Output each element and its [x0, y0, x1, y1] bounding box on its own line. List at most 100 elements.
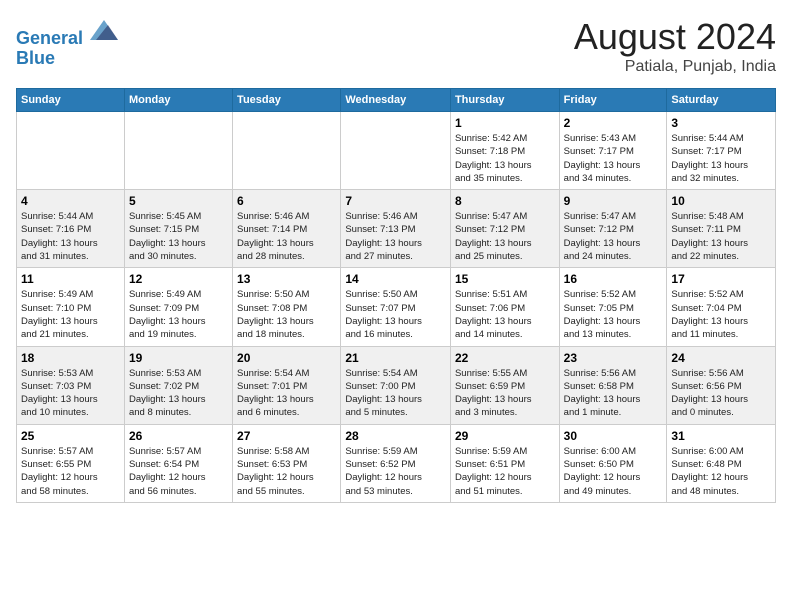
day-info: Sunrise: 5:52 AM Sunset: 7:05 PM Dayligh…: [564, 288, 663, 341]
calendar-cell: 31 Sunrise: 6:00 AM Sunset: 6:48 PM Dayli…: [667, 424, 776, 502]
day-info: Sunrise: 5:43 AM Sunset: 7:17 PM Dayligh…: [564, 132, 663, 185]
week-row-5: 25Sunrise: 5:57 AM Sunset: 6:55 PM Dayli…: [17, 424, 776, 502]
day-info: Sunrise: 5:49 AM Sunset: 7:10 PM Dayligh…: [21, 288, 120, 341]
day-number: 20: [237, 351, 336, 365]
header-friday: Friday: [559, 89, 667, 112]
day-number: 8: [455, 194, 555, 208]
day-info: Sunrise: 5:51 AM Sunset: 7:06 PM Dayligh…: [455, 288, 555, 341]
calendar-cell: [124, 112, 232, 190]
day-info: Sunrise: 5:52 AM Sunset: 7:04 PM Dayligh…: [671, 288, 771, 341]
day-info: Sunrise: 5:44 AM Sunset: 7:16 PM Dayligh…: [21, 210, 120, 263]
day-info: Sunrise: 5:59 AM Sunset: 6:52 PM Dayligh…: [345, 445, 446, 498]
day-info: Sunrise: 5:59 AM Sunset: 6:51 PM Dayligh…: [455, 445, 555, 498]
day-info: Sunrise: 5:56 AM Sunset: 6:56 PM Dayligh…: [671, 367, 771, 420]
day-number: 14: [345, 272, 446, 286]
day-number: 10: [671, 194, 771, 208]
day-info: Sunrise: 6:00 AM Sunset: 6:50 PM Dayligh…: [564, 445, 663, 498]
header-thursday: Thursday: [450, 89, 559, 112]
logo-text: General: [16, 16, 118, 49]
day-number: 4: [21, 194, 120, 208]
day-info: Sunrise: 5:54 AM Sunset: 7:00 PM Dayligh…: [345, 367, 446, 420]
day-number: 27: [237, 429, 336, 443]
day-info: Sunrise: 5:44 AM Sunset: 7:17 PM Dayligh…: [671, 132, 771, 185]
day-info: Sunrise: 5:58 AM Sunset: 6:53 PM Dayligh…: [237, 445, 336, 498]
day-info: Sunrise: 6:00 AM Sunset: 6:48 PM Dayligh…: [671, 445, 771, 498]
calendar-cell: 26Sunrise: 5:57 AM Sunset: 6:54 PM Dayli…: [124, 424, 232, 502]
day-info: Sunrise: 5:50 AM Sunset: 7:08 PM Dayligh…: [237, 288, 336, 341]
calendar-cell: 15 Sunrise: 5:51 AM Sunset: 7:06 PM Dayli…: [450, 268, 559, 346]
calendar-table: SundayMondayTuesdayWednesdayThursdayFrid…: [16, 88, 776, 503]
day-number: 6: [237, 194, 336, 208]
day-info: Sunrise: 5:53 AM Sunset: 7:02 PM Dayligh…: [129, 367, 228, 420]
calendar-cell: 17 Sunrise: 5:52 AM Sunset: 7:04 PM Dayli…: [667, 268, 776, 346]
calendar-cell: 10 Sunrise: 5:48 AM Sunset: 7:11 PM Dayli…: [667, 190, 776, 268]
day-info: Sunrise: 5:48 AM Sunset: 7:11 PM Dayligh…: [671, 210, 771, 263]
day-number: 1: [455, 116, 555, 130]
calendar-cell: 29 Sunrise: 5:59 AM Sunset: 6:51 PM Dayli…: [450, 424, 559, 502]
calendar-header-row: SundayMondayTuesdayWednesdayThursdayFrid…: [17, 89, 776, 112]
day-number: 22: [455, 351, 555, 365]
day-number: 18: [21, 351, 120, 365]
calendar-cell: 27 Sunrise: 5:58 AM Sunset: 6:53 PM Dayli…: [233, 424, 341, 502]
day-number: 7: [345, 194, 446, 208]
day-number: 31: [671, 429, 771, 443]
day-info: Sunrise: 5:57 AM Sunset: 6:55 PM Dayligh…: [21, 445, 120, 498]
day-info: Sunrise: 5:56 AM Sunset: 6:58 PM Dayligh…: [564, 367, 663, 420]
calendar-cell: 11Sunrise: 5:49 AM Sunset: 7:10 PM Dayli…: [17, 268, 125, 346]
calendar-cell: 2 Sunrise: 5:43 AM Sunset: 7:17 PM Daylig…: [559, 112, 667, 190]
day-number: 26: [129, 429, 228, 443]
day-number: 30: [564, 429, 663, 443]
day-info: Sunrise: 5:46 AM Sunset: 7:14 PM Dayligh…: [237, 210, 336, 263]
day-number: 21: [345, 351, 446, 365]
calendar-cell: 14 Sunrise: 5:50 AM Sunset: 7:07 PM Dayli…: [341, 268, 451, 346]
calendar-cell: 3 Sunrise: 5:44 AM Sunset: 7:17 PM Daylig…: [667, 112, 776, 190]
header-sunday: Sunday: [17, 89, 125, 112]
logo-line2: Blue: [16, 49, 118, 69]
calendar-cell: 25Sunrise: 5:57 AM Sunset: 6:55 PM Dayli…: [17, 424, 125, 502]
day-info: Sunrise: 5:53 AM Sunset: 7:03 PM Dayligh…: [21, 367, 120, 420]
day-info: Sunrise: 5:47 AM Sunset: 7:12 PM Dayligh…: [564, 210, 663, 263]
calendar-cell: [341, 112, 451, 190]
week-row-4: 18 Sunrise: 5:53 AM Sunset: 7:03 PM Dayli…: [17, 346, 776, 424]
calendar-cell: 7 Sunrise: 5:46 AM Sunset: 7:13 PM Daylig…: [341, 190, 451, 268]
calendar-cell: 22Sunrise: 5:55 AM Sunset: 6:59 PM Dayli…: [450, 346, 559, 424]
calendar-cell: 8 Sunrise: 5:47 AM Sunset: 7:12 PM Daylig…: [450, 190, 559, 268]
calendar-cell: 23Sunrise: 5:56 AM Sunset: 6:58 PM Dayli…: [559, 346, 667, 424]
calendar-cell: 30 Sunrise: 6:00 AM Sunset: 6:50 PM Dayli…: [559, 424, 667, 502]
day-info: Sunrise: 5:42 AM Sunset: 7:18 PM Dayligh…: [455, 132, 555, 185]
day-info: Sunrise: 5:45 AM Sunset: 7:15 PM Dayligh…: [129, 210, 228, 263]
calendar-cell: 21 Sunrise: 5:54 AM Sunset: 7:00 PM Dayli…: [341, 346, 451, 424]
day-number: 17: [671, 272, 771, 286]
calendar-cell: 5Sunrise: 5:45 AM Sunset: 7:15 PM Daylig…: [124, 190, 232, 268]
calendar-cell: 18 Sunrise: 5:53 AM Sunset: 7:03 PM Dayli…: [17, 346, 125, 424]
calendar-cell: 16 Sunrise: 5:52 AM Sunset: 7:05 PM Dayli…: [559, 268, 667, 346]
day-number: 13: [237, 272, 336, 286]
day-number: 29: [455, 429, 555, 443]
day-number: 9: [564, 194, 663, 208]
header-tuesday: Tuesday: [233, 89, 341, 112]
day-number: 24: [671, 351, 771, 365]
calendar-cell: 4 Sunrise: 5:44 AM Sunset: 7:16 PM Daylig…: [17, 190, 125, 268]
day-number: 16: [564, 272, 663, 286]
calendar-cell: 20Sunrise: 5:54 AM Sunset: 7:01 PM Dayli…: [233, 346, 341, 424]
day-info: Sunrise: 5:46 AM Sunset: 7:13 PM Dayligh…: [345, 210, 446, 263]
calendar-cell: 24 Sunrise: 5:56 AM Sunset: 6:56 PM Dayli…: [667, 346, 776, 424]
title-area: August 2024 Patiala, Punjab, India: [574, 16, 776, 76]
calendar-cell: [233, 112, 341, 190]
calendar-cell: [17, 112, 125, 190]
week-row-3: 11Sunrise: 5:49 AM Sunset: 7:10 PM Dayli…: [17, 268, 776, 346]
page-header: General Blue August 2024 Patiala, Punjab…: [16, 16, 776, 76]
calendar-cell: 28Sunrise: 5:59 AM Sunset: 6:52 PM Dayli…: [341, 424, 451, 502]
calendar-cell: 13 Sunrise: 5:50 AM Sunset: 7:08 PM Dayli…: [233, 268, 341, 346]
month-title: August 2024: [574, 16, 776, 58]
day-number: 2: [564, 116, 663, 130]
day-number: 3: [671, 116, 771, 130]
logo-icon: [90, 16, 118, 44]
day-number: 15: [455, 272, 555, 286]
day-info: Sunrise: 5:50 AM Sunset: 7:07 PM Dayligh…: [345, 288, 446, 341]
day-number: 12: [129, 272, 228, 286]
calendar-cell: 12Sunrise: 5:49 AM Sunset: 7:09 PM Dayli…: [124, 268, 232, 346]
week-row-2: 4 Sunrise: 5:44 AM Sunset: 7:16 PM Daylig…: [17, 190, 776, 268]
calendar-cell: 6 Sunrise: 5:46 AM Sunset: 7:14 PM Daylig…: [233, 190, 341, 268]
day-info: Sunrise: 5:47 AM Sunset: 7:12 PM Dayligh…: [455, 210, 555, 263]
